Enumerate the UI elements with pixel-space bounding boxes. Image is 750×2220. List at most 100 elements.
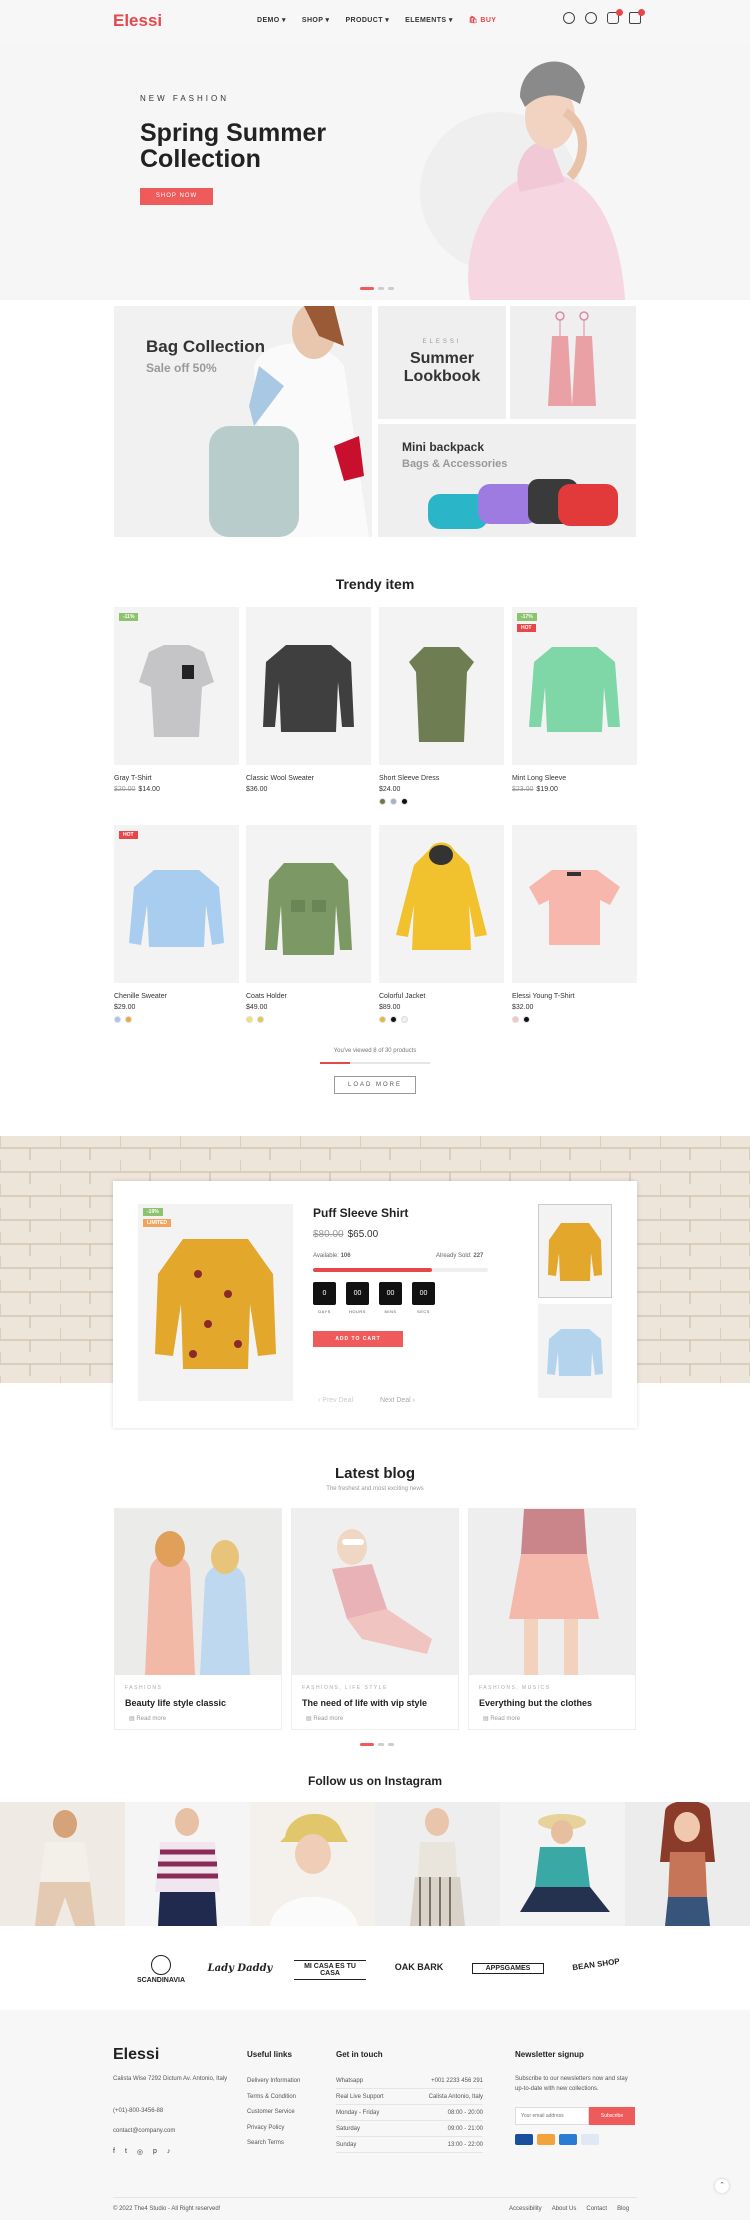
blog-card[interactable]: FASHIONS Beauty life style classic ▤ Rea…	[114, 1508, 282, 1730]
color-swatch[interactable]	[523, 1016, 530, 1023]
instagram-photo[interactable]	[0, 1802, 125, 1926]
product-image[interactable]	[246, 607, 371, 765]
product-name[interactable]: Elessi Young T-Shirt	[512, 993, 637, 1000]
blog-card[interactable]: FASHIONS, LIFE STYLE The need of life wi…	[291, 1508, 459, 1730]
color-swatch[interactable]	[379, 1016, 386, 1023]
instagram-photo[interactable]	[375, 1802, 500, 1926]
footer-link[interactable]: Privacy Policy	[247, 2121, 300, 2137]
footer-link[interactable]: Terms & Condition	[247, 2090, 300, 2106]
product-name[interactable]: Chenille Sweater	[114, 993, 239, 1000]
facebook-icon[interactable]: f	[113, 2148, 115, 2156]
footer-link[interactable]: Search Terms	[247, 2136, 300, 2152]
product-image[interactable]	[379, 825, 504, 983]
slide-dot[interactable]	[378, 1743, 384, 1746]
blog-image[interactable]	[115, 1509, 281, 1675]
blog-post-title[interactable]: Everything but the clothes	[479, 1698, 635, 1708]
shop-now-button[interactable]: SHOP NOW	[140, 188, 213, 205]
tiktok-icon[interactable]: ♪	[167, 2148, 171, 2156]
product-image[interactable]: HOT	[114, 825, 239, 983]
blog-card[interactable]: FASHIONS, MUSICS Everything but the clot…	[468, 1508, 636, 1730]
deal-product-image[interactable]: -19% LIMITED	[138, 1204, 293, 1401]
instagram-icon[interactable]: ◎	[137, 2148, 143, 2156]
instagram-photo[interactable]	[250, 1802, 375, 1926]
color-swatch[interactable]	[257, 1016, 264, 1023]
backpack-banner[interactable]: Mini backpack Bags & Accessories	[378, 424, 636, 537]
slide-dot[interactable]	[360, 1743, 374, 1746]
load-more-button[interactable]: LOAD MORE	[334, 1076, 416, 1094]
pinterest-icon[interactable]: p	[153, 2148, 157, 2156]
footer-phone[interactable]: (+01)-800-3456-88	[113, 2104, 163, 2120]
logo[interactable]: Elessi	[113, 11, 162, 31]
earrings-banner[interactable]	[510, 306, 636, 419]
instagram-photo[interactable]	[625, 1802, 750, 1926]
slide-dot[interactable]	[360, 287, 374, 290]
nav-buy[interactable]: 🛍 BUY	[469, 16, 497, 24]
deal-thumb-active[interactable]	[538, 1204, 612, 1298]
product-name[interactable]: Short Sleeve Dress	[379, 775, 504, 782]
product-card[interactable]: Short Sleeve Dress $24.00	[379, 607, 504, 805]
blog-post-title[interactable]: Beauty life style classic	[125, 1698, 281, 1708]
bottom-link[interactable]: Contact	[586, 2206, 607, 2212]
wishlist-icon[interactable]	[607, 9, 623, 24]
bottom-link[interactable]: About Us	[552, 2206, 577, 2212]
instagram-photo[interactable]	[500, 1802, 625, 1926]
footer-logo[interactable]: Elessi	[113, 2046, 159, 2064]
footer-link[interactable]: Delivery Information	[247, 2074, 300, 2090]
nav-demo[interactable]: DEMO ▾	[257, 16, 286, 24]
lookbook-banner[interactable]: ELESSI Summer Lookbook	[378, 306, 506, 419]
blog-image[interactable]	[469, 1509, 635, 1675]
color-swatch[interactable]	[512, 1016, 519, 1023]
product-image[interactable]	[512, 825, 637, 983]
blog-category[interactable]: FASHIONS, MUSICS	[479, 1685, 635, 1691]
product-card[interactable]: -17% HOT Mint Long Sleeve $23.00 $19.00	[512, 607, 637, 793]
instagram-photo[interactable]	[125, 1802, 250, 1926]
cart-icon[interactable]	[629, 9, 645, 24]
brand-logo[interactable]: BEAN SHOP	[560, 1955, 633, 1974]
color-swatch[interactable]	[390, 1016, 397, 1023]
product-card[interactable]: HOT Chenille Sweater $29.00	[114, 825, 239, 1023]
product-name[interactable]: Gray T-Shirt	[114, 775, 239, 782]
next-deal-link[interactable]: Next Deal ›	[380, 1397, 415, 1404]
bag-collection-banner[interactable]: Bag Collection Sale off 50%	[114, 306, 372, 537]
subscribe-button[interactable]: Subscribe	[589, 2107, 635, 2125]
footer-link[interactable]: Customer Service	[247, 2105, 300, 2121]
product-card[interactable]: Colorful Jacket $89.00	[379, 825, 504, 1023]
blog-post-title[interactable]: The need of life with vip style	[302, 1698, 458, 1708]
user-icon[interactable]	[585, 12, 597, 24]
color-swatch[interactable]	[401, 798, 408, 805]
brand-logo[interactable]: APPSGAMES	[472, 1963, 544, 1974]
nav-shop[interactable]: SHOP ▾	[302, 16, 330, 24]
read-more-link[interactable]: ▤ Read more	[129, 1715, 281, 1722]
product-name[interactable]: Colorful Jacket	[379, 993, 504, 1000]
product-image[interactable]	[246, 825, 371, 983]
back-to-top-icon[interactable]: ⌃	[715, 2179, 729, 2193]
product-name[interactable]: Classic Wool Sweater	[246, 775, 371, 782]
product-image[interactable]: -11%	[114, 607, 239, 765]
read-more-link[interactable]: ▤ Read more	[483, 1715, 635, 1722]
color-swatch[interactable]	[401, 1016, 408, 1023]
footer-email[interactable]: contact@company.com	[113, 2124, 175, 2140]
product-card[interactable]: Elessi Young T-Shirt $32.00	[512, 825, 637, 1023]
blog-category[interactable]: FASHIONS, LIFE STYLE	[302, 1685, 458, 1691]
color-swatch[interactable]	[114, 1016, 121, 1023]
color-swatch[interactable]	[125, 1016, 132, 1023]
color-swatch[interactable]	[390, 798, 397, 805]
slide-dot[interactable]	[388, 1743, 394, 1746]
twitter-icon[interactable]: t	[125, 2148, 127, 2156]
prev-deal-link[interactable]: ‹ Prev Deal	[318, 1397, 353, 1404]
brand-logo[interactable]: SCANDINAVIA	[125, 1955, 197, 1984]
product-name[interactable]: Coats Holder	[246, 993, 371, 1000]
add-to-cart-button[interactable]: ADD TO CART	[313, 1331, 403, 1347]
bottom-link[interactable]: Blog	[617, 2206, 629, 2212]
blog-image[interactable]	[292, 1509, 458, 1675]
newsletter-email-input[interactable]	[515, 2107, 589, 2125]
nav-elements[interactable]: ELEMENTS ▾	[405, 16, 453, 24]
deal-title[interactable]: Puff Sleeve Shirt	[313, 1206, 408, 1220]
deal-thumb[interactable]	[538, 1304, 612, 1398]
color-swatch[interactable]	[379, 798, 386, 805]
product-name[interactable]: Mint Long Sleeve	[512, 775, 637, 782]
product-image[interactable]: -17% HOT	[512, 607, 637, 765]
product-card[interactable]: -11% Gray T-Shirt $20.00 $14.00	[114, 607, 239, 793]
brand-logo[interactable]: OAK BARK	[383, 1962, 455, 1972]
search-icon[interactable]	[563, 12, 575, 24]
